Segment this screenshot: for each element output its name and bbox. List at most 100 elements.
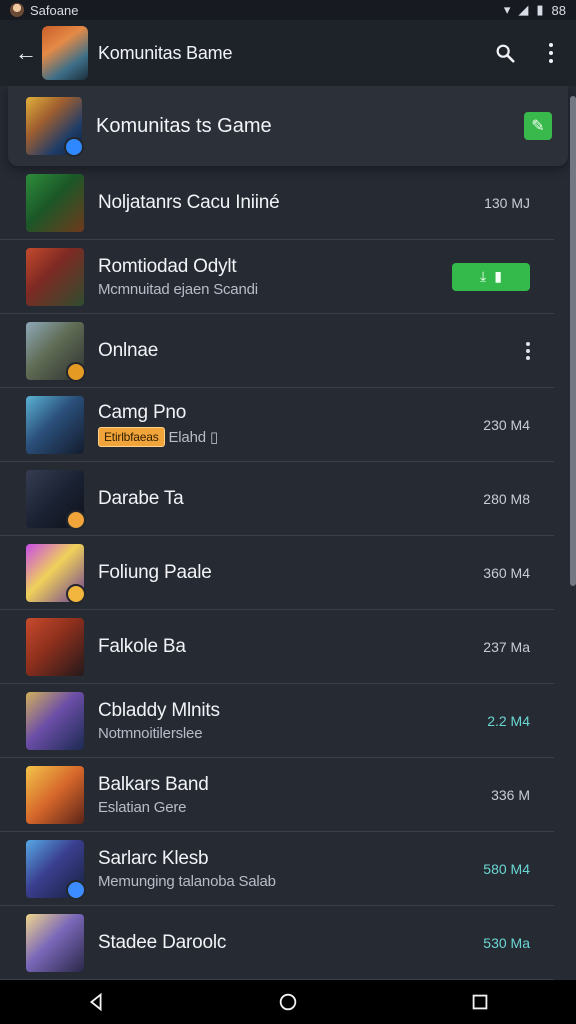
category-tag: Etirlbfaeas [98,427,165,447]
install-button[interactable]: ⤓ ▮ [452,262,530,291]
file-size: 237 Ma [483,638,530,655]
row-text: Balkars Band Eslatian Gere [98,774,209,816]
app-icon [26,913,84,972]
row-text: Romtiodad Odylt Mcmnuitad ejaen Scandi [98,256,258,298]
app-badge-icon [66,509,86,530]
row-text: Cbladdy Mlnits Notmnoitilerslee [98,700,220,742]
nav-home-button[interactable] [274,988,302,1016]
back-arrow-icon: ← [15,40,37,65]
row-subtitle: Memunging talanoba Salab [98,872,276,890]
row-subtitle-group: Etirlbfaeas Elahd ▯ [98,427,218,447]
app-icon [26,173,84,232]
row-subtitle: Notmnoitilerslee [98,724,203,742]
install-icon: ▮ [494,268,502,284]
row-text: Sarlarc Klesb Memunging talanoba Salab [98,848,276,890]
featured-action-button[interactable]: ✎ [524,112,552,140]
app-icon [26,247,84,306]
status-right: ▾ ◢ ▮ 88 [504,2,566,18]
row-title: Onlnae [98,339,159,361]
app-icon [26,543,86,604]
app-badge-icon [66,879,86,900]
row-title: Balkars Band [98,773,209,795]
row-text: Foliung Paale [98,562,212,584]
nav-recents-button[interactable] [466,988,494,1016]
back-button[interactable]: ← [14,40,38,65]
row-text: Falkole Ba [98,636,186,658]
list-item[interactable]: Onlnae [0,314,554,388]
featured-title: Komunitas ts Game [96,114,272,137]
search-icon [496,44,515,63]
status-left: Safoane [10,3,78,18]
row-title: Darabe Ta [98,487,184,509]
row-text: Darabe Ta [98,488,184,510]
list-item[interactable]: Darabe Ta 280 M8 [0,462,554,536]
app-icon [26,691,84,750]
row-title: Cbladdy Mlnits [98,699,220,721]
file-size: 130 MJ [484,194,530,211]
app-icon [26,469,86,530]
nav-back-button[interactable] [82,988,110,1016]
battery-icon: ▮ [536,2,544,17]
file-size: 336 M [491,786,530,803]
file-size: 2.2 M4 [487,712,530,729]
featured-badge-icon [64,137,84,157]
list-item[interactable]: Cbladdy Mlnits Notmnoitilerslee 2.2 M4 [0,684,554,758]
row-title: Stadee Daroolc [98,931,227,953]
game-list[interactable]: Komunitas ts Game ✎ Noljatanrs Cacu Inii… [0,86,576,980]
leaf-icon: ✎ [531,118,545,135]
list-item[interactable]: Romtiodad Odylt Mcmnuitad ejaen Scandi ⤓… [0,240,554,314]
file-size: 360 M4 [483,564,530,581]
file-size: 530 Ma [483,934,530,951]
signal-icon: ◢ [518,2,529,17]
row-text: Stadee Daroolc [98,932,226,954]
row-text: Onlnae [98,340,158,362]
wifi-icon: ▾ [503,2,511,17]
list-item[interactable]: Camg Pno Etirlbfaeas Elahd ▯ 230 M4 [0,388,554,462]
page-title: Komunitas Bame [98,42,233,63]
app-icon [26,617,84,676]
download-icon: ⤓ [480,268,487,284]
status-avatar [10,3,24,17]
overflow-menu-button[interactable] [540,42,562,64]
featured-app-icon [26,97,84,157]
list-item[interactable]: Foliung Paale 360 M4 [0,536,554,610]
app-badge-icon [66,583,86,604]
search-button[interactable] [494,42,516,64]
app-badge-icon [66,361,86,382]
row-subtitle: Elahd [168,428,207,446]
status-right-text: 88 [551,2,566,18]
row-title: Falkole Ba [98,635,186,657]
status-left-text: Safoane [30,2,79,18]
row-overflow-button[interactable] [526,341,530,360]
list-item[interactable]: Sarlarc Klesb Memunging talanoba Salab 5… [0,832,554,906]
list-item[interactable]: Falkole Ba 237 Ma [0,610,554,684]
featured-item[interactable]: Komunitas ts Game ✎ [8,86,568,166]
square-recents-icon [472,994,488,1010]
list-item[interactable]: Noljatanrs Cacu Iniiné 130 MJ [0,166,554,240]
triangle-back-icon [89,992,102,1012]
row-title: Foliung Paale [98,561,212,583]
list-item[interactable]: Stadee Daroolc 530 Ma [0,906,554,980]
app-icon [26,765,84,824]
scrollbar[interactable] [570,96,576,586]
status-bar: Safoane ▾ ◢ ▮ 88 [0,0,576,20]
app-icon [26,839,86,900]
file-size: 580 M4 [483,860,530,877]
row-text: Noljatanrs Cacu Iniiné [98,191,280,214]
row-title: Camg Pno [98,402,187,423]
row-title: Noljatanrs Cacu Iniiné [98,191,280,213]
list-item[interactable]: Balkars Band Eslatian Gere 336 M [0,758,554,832]
row-subtitle: Mcmnuitad ejaen Scandi [98,280,258,298]
community-avatar [42,26,88,80]
app-icon [26,321,86,382]
more-vert-icon [549,43,553,63]
row-title: Romtiodad Odylt [98,255,237,277]
file-size: 230 M4 [483,416,530,433]
row-text: Camg Pno Etirlbfaeas Elahd ▯ [98,402,218,447]
file-size: 280 M8 [483,490,530,507]
app-icon [26,395,84,454]
system-navigation-bar [0,980,576,1024]
pin-icon: ▯ [209,429,218,446]
toolbar-actions [494,42,562,64]
top-app-bar: ← Komunitas Bame [0,20,576,86]
